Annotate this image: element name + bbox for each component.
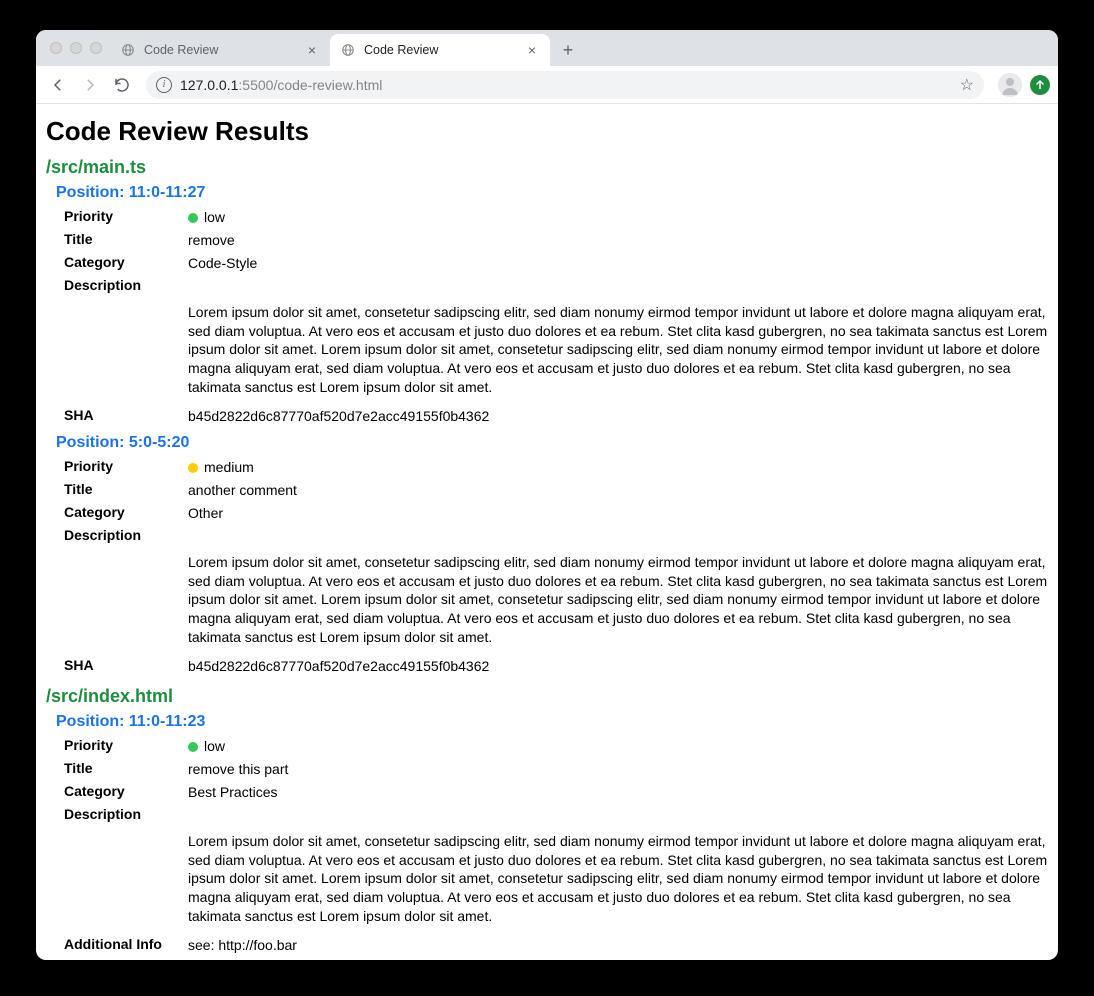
label-sha: SHA bbox=[64, 657, 188, 673]
position-heading: Position: 11:0-11:23 bbox=[56, 713, 1048, 731]
value-category: Code-Style bbox=[188, 254, 1048, 273]
label-title: Title bbox=[64, 231, 188, 247]
address-bar[interactable]: i 127.0.0.1:5500/code-review.html ☆ bbox=[146, 71, 984, 99]
priority-dot-icon bbox=[188, 463, 198, 473]
tab-0[interactable]: Code Review × bbox=[110, 34, 330, 66]
label-description: Description bbox=[64, 277, 188, 293]
value-description: Lorem ipsum dolor sit amet, consetetur s… bbox=[188, 303, 1048, 397]
minimize-window-icon[interactable] bbox=[70, 42, 82, 54]
browser-window: Code Review × Code Review × + i 127.0.0.… bbox=[36, 30, 1058, 960]
row-description: Description bbox=[64, 525, 1048, 545]
close-tab-icon[interactable]: × bbox=[304, 42, 320, 58]
extension-badge-icon[interactable] bbox=[1030, 75, 1050, 95]
file-heading: /src/main.ts bbox=[46, 157, 1048, 178]
label-category: Category bbox=[64, 783, 188, 799]
row-sha: SHAb45d2822d6c87770af520d7e2acc49155f0b4… bbox=[64, 655, 1048, 678]
label-title: Title bbox=[64, 760, 188, 776]
value-title: remove bbox=[188, 231, 1048, 250]
tab-title: Code Review bbox=[144, 43, 304, 57]
label-category: Category bbox=[64, 254, 188, 270]
priority-dot-icon bbox=[188, 213, 198, 223]
bookmark-star-icon[interactable]: ☆ bbox=[960, 75, 974, 95]
globe-icon bbox=[340, 42, 356, 58]
row-category: CategoryBest Practices bbox=[64, 781, 1048, 804]
label-category: Category bbox=[64, 504, 188, 520]
position-heading: Position: 5:0-5:20 bbox=[56, 434, 1048, 452]
page-title: Code Review Results bbox=[46, 116, 1048, 147]
value-sha: b45d2822d6c87770af520d7e2acc49155f0b4362 bbox=[188, 407, 1048, 426]
label-sha: SHA bbox=[64, 959, 188, 960]
globe-icon bbox=[120, 42, 136, 58]
value-priority: low bbox=[188, 737, 1048, 756]
label-sha: SHA bbox=[64, 407, 188, 423]
row-title: Titleremove this part bbox=[64, 758, 1048, 781]
close-tab-icon[interactable]: × bbox=[524, 42, 540, 58]
label-description: Description bbox=[64, 527, 188, 543]
label-description: Description bbox=[64, 806, 188, 822]
toolbar: i 127.0.0.1:5500/code-review.html ☆ bbox=[36, 66, 1058, 104]
row-title: Titleanother comment bbox=[64, 479, 1048, 502]
back-button[interactable] bbox=[44, 71, 72, 99]
zoom-window-icon[interactable] bbox=[90, 42, 102, 54]
site-info-icon[interactable]: i bbox=[156, 77, 172, 93]
value-title: remove this part bbox=[188, 760, 1048, 779]
row-sha: SHAb45d2822d6c87770af520d7e2acc49155f0b4… bbox=[64, 957, 1048, 960]
row-sha: SHAb45d2822d6c87770af520d7e2acc49155f0b4… bbox=[64, 405, 1048, 428]
value-priority: low bbox=[188, 208, 1048, 227]
label-priority: Priority bbox=[64, 458, 188, 474]
row-category: CategoryOther bbox=[64, 502, 1048, 525]
tab-1[interactable]: Code Review × bbox=[330, 34, 550, 66]
row-additional: Additional Infosee: http://foo.bar bbox=[64, 934, 1048, 957]
forward-button[interactable] bbox=[76, 71, 104, 99]
row-priority: Prioritylow bbox=[64, 206, 1048, 229]
row-priority: Prioritymedium bbox=[64, 456, 1048, 479]
url-text: 127.0.0.1:5500/code-review.html bbox=[180, 77, 952, 93]
value-sha: b45d2822d6c87770af520d7e2acc49155f0b4362 bbox=[188, 959, 1048, 960]
row-title: Titleremove bbox=[64, 229, 1048, 252]
value-description: Lorem ipsum dolor sit amet, consetetur s… bbox=[188, 832, 1048, 926]
value-sha: b45d2822d6c87770af520d7e2acc49155f0b4362 bbox=[188, 657, 1048, 676]
row-description: Description bbox=[64, 275, 1048, 295]
value-description: Lorem ipsum dolor sit amet, consetetur s… bbox=[188, 553, 1048, 647]
row-category: CategoryCode-Style bbox=[64, 252, 1048, 275]
page-content: Code Review Results /src/main.ts Position… bbox=[36, 104, 1058, 960]
close-window-icon[interactable] bbox=[50, 42, 62, 54]
priority-dot-icon bbox=[188, 742, 198, 752]
profile-avatar[interactable] bbox=[998, 73, 1022, 97]
label-additional: Additional Info bbox=[64, 936, 188, 952]
value-category: Other bbox=[188, 504, 1048, 523]
row-description: Description bbox=[64, 804, 1048, 824]
value-additional: see: http://foo.bar bbox=[188, 936, 1048, 955]
label-priority: Priority bbox=[64, 208, 188, 224]
label-priority: Priority bbox=[64, 737, 188, 753]
results-list: /src/main.ts Position: 11:0-11:27 Priority… bbox=[46, 157, 1048, 960]
tab-title: Code Review bbox=[364, 43, 524, 57]
reload-button[interactable] bbox=[108, 71, 136, 99]
position-heading: Position: 11:0-11:27 bbox=[56, 184, 1048, 202]
value-category: Best Practices bbox=[188, 783, 1048, 802]
window-controls bbox=[46, 30, 110, 66]
value-priority: medium bbox=[188, 458, 1048, 477]
value-title: another comment bbox=[188, 481, 1048, 500]
tab-strip: Code Review × Code Review × + bbox=[36, 30, 1058, 66]
file-heading: /src/index.html bbox=[46, 686, 1048, 707]
row-priority: Prioritylow bbox=[64, 735, 1048, 758]
new-tab-button[interactable]: + bbox=[554, 36, 582, 64]
label-title: Title bbox=[64, 481, 188, 497]
